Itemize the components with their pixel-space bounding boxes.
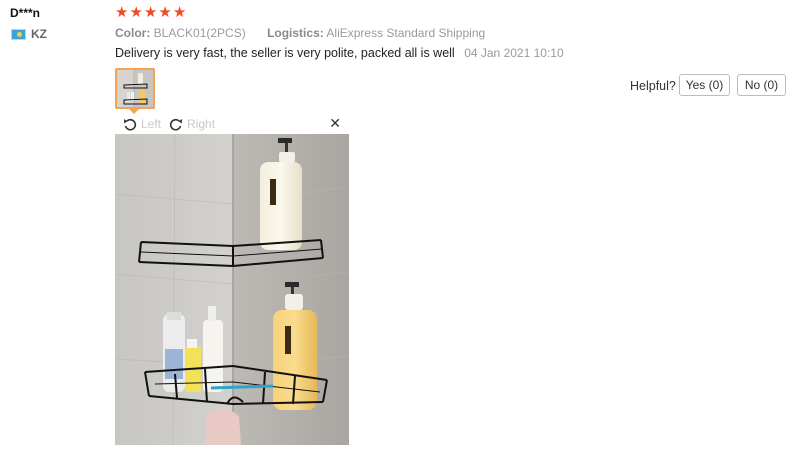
helpful-yes-button[interactable]: Yes (0) <box>679 74 730 96</box>
star-rating: ★ ★ ★ ★ ★ <box>115 3 186 23</box>
country-code: KZ <box>31 27 47 41</box>
review-photo-enlarged <box>115 134 349 445</box>
rotate-right-icon <box>169 118 183 131</box>
rotate-left-label: Left <box>141 117 162 131</box>
order-attributes: Color: BLACK01(2PCS) Logistics: AliExpre… <box>115 26 485 40</box>
helpful-no-button[interactable]: No (0) <box>737 74 786 96</box>
logistics-label: Logistics: <box>267 26 324 40</box>
close-icon[interactable]: ✕ <box>329 115 341 132</box>
reviewer-country: KZ <box>11 27 47 41</box>
star-icon: ★ <box>172 4 187 21</box>
color-label: Color: <box>115 26 151 40</box>
rotate-right-label: Right <box>187 117 216 131</box>
star-icon: ★ <box>115 4 129 21</box>
reviewer-name: D***n <box>10 6 41 20</box>
review-photo-thumbnail[interactable] <box>115 68 155 109</box>
color-value: BLACK01(2PCS) <box>153 26 246 40</box>
star-icon: ★ <box>129 4 143 21</box>
review-text: Delivery is very fast, the seller is ver… <box>115 46 455 60</box>
kz-flag-icon <box>11 28 26 40</box>
review-date: 04 Jan 2021 10:10 <box>464 46 564 60</box>
rotate-left-icon <box>124 118 137 131</box>
review-body: Delivery is very fast, the seller is ver… <box>115 46 564 60</box>
rotate-left-button[interactable]: Left <box>123 117 161 131</box>
rotate-right-button[interactable]: Right <box>169 117 215 131</box>
photo-viewer-toolbar: Left Right ✕ <box>115 114 349 134</box>
logistics-value: AliExpress Standard Shipping <box>326 26 486 40</box>
helpful-label: Helpful? <box>630 79 676 93</box>
star-icon: ★ <box>143 4 158 21</box>
star-icon: ★ <box>158 4 172 21</box>
